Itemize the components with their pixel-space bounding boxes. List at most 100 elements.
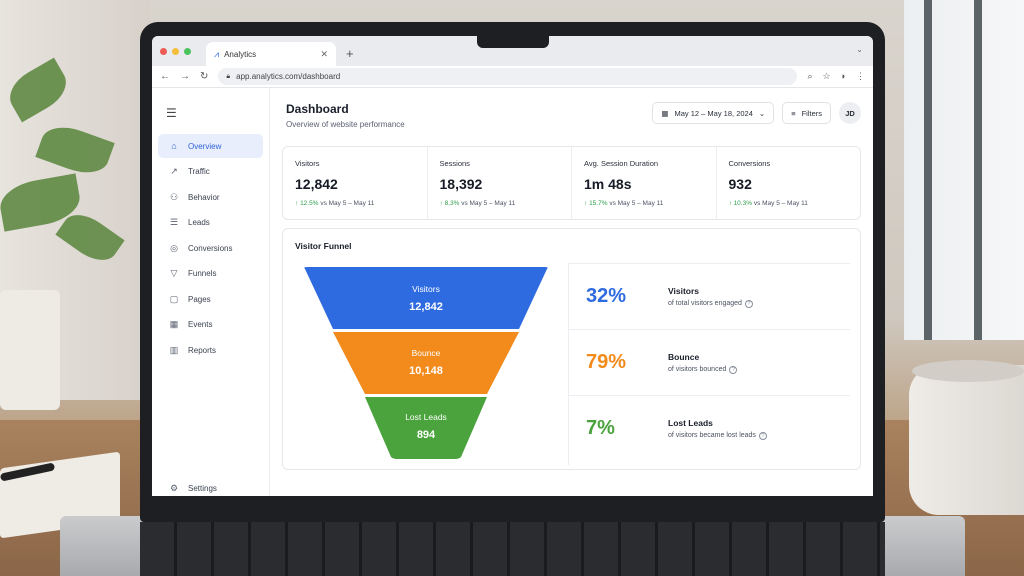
- plant-pot: [0, 290, 60, 410]
- funnel-stage-name: Bounce: [411, 348, 441, 358]
- info-icon[interactable]: ?: [758, 431, 767, 440]
- document-icon: ▢: [169, 293, 179, 304]
- browser-toolbar: ← → ↻ 🔒︎ app.analytics.com/dashboard ⌕ ☆…: [152, 66, 873, 88]
- analytics-app: ☰ ⌂ Overview ↗ Traffic ⚇ Behavior ☰ Leads ◎ …: [152, 88, 873, 496]
- users-icon: ⚇: [169, 191, 179, 202]
- kpi-value: 12,842: [295, 176, 338, 192]
- funnel-stat-desc: of visitors became lost leads?: [668, 431, 767, 440]
- funnel-stage-value: 12,842: [409, 301, 443, 313]
- kpi-compare: vs May 5 – May 11: [753, 200, 808, 207]
- kpi-compare: vs May 5 – May 11: [320, 200, 375, 207]
- funnel-stage-value: 894: [416, 429, 436, 441]
- forward-arrow-icon[interactable]: →: [180, 71, 190, 82]
- sidebar-item-label: Behavior: [188, 192, 220, 202]
- kpi-delta-value: 15.7%: [589, 200, 608, 207]
- kpi-card: Sessions 18,392 ↑ 8.3% vs May 5 – May 11: [428, 147, 572, 219]
- extension-icon[interactable]: ◗: [841, 71, 846, 82]
- kpi-label: Avg. Session Duration: [584, 159, 659, 168]
- filters-button[interactable]: ≡ Filters: [782, 102, 831, 124]
- kpi-compare: vs May 5 – May 11: [461, 200, 516, 207]
- funnel-stage-value: 10,148: [409, 365, 443, 377]
- laptop-keyboard: [140, 522, 885, 576]
- filters-label: Filters: [801, 108, 822, 118]
- funnel-label: Lost Leads 894: [303, 412, 549, 441]
- sidebar-item-leads[interactable]: ☰ Leads: [158, 211, 263, 235]
- sidebar-item-pages[interactable]: ▢ Pages: [158, 287, 263, 311]
- sidebar-item-conversions[interactable]: ◎ Conversions: [158, 236, 263, 260]
- sidebar-item-label: Leads: [188, 218, 210, 227]
- menu-icon[interactable]: ☰: [166, 106, 263, 120]
- window-frame: [924, 0, 932, 340]
- funnel-stat-name: Lost Leads: [668, 417, 713, 428]
- page-subtitle: Overview of website performance: [286, 120, 405, 129]
- more-menu-icon[interactable]: ⋮: [856, 71, 865, 82]
- kpi-card: Visitors 12,842 ↑ 12.5% vs May 5 – May 1…: [283, 147, 428, 219]
- funnel-label: Bounce 10,148: [303, 348, 549, 377]
- kpi-value: 18,392: [439, 176, 483, 192]
- sidebar-item-funnels[interactable]: ▽ Funnels: [158, 262, 263, 286]
- chevron-down-icon: ⌄: [758, 108, 766, 118]
- funnel-stat-desc: of total visitors engaged?: [668, 299, 753, 308]
- funnel-stat-row: 79% Bounce of visitors bounced?: [568, 329, 850, 395]
- funnel-stat-percent: 7%: [586, 417, 615, 439]
- kpi-delta: ↑ 15.7% vs May 5 – May 11: [584, 200, 704, 207]
- kpi-delta: ↑ 8.3% vs May 5 – May 11: [440, 200, 560, 207]
- analytics-logo-icon: ⩘: [214, 48, 220, 59]
- window-controls: [160, 48, 191, 55]
- calendar-icon: ▦: [661, 108, 669, 118]
- sidebar-item-label: Conversions: [188, 243, 233, 253]
- coffee-mug-rim: [912, 360, 1024, 382]
- sidebar-item-settings[interactable]: ⚙ Settings: [158, 476, 263, 496]
- new-tab-button[interactable]: +: [346, 46, 354, 61]
- minimize-window-button[interactable]: [172, 48, 179, 55]
- reload-icon[interactable]: ↻: [200, 71, 208, 82]
- search-icon[interactable]: ⌕: [807, 71, 812, 82]
- funnel-stat-desc-text: of visitors became lost leads: [668, 431, 756, 439]
- sidebar-item-label: Settings: [188, 483, 217, 493]
- info-icon[interactable]: ?: [729, 365, 738, 374]
- funnel-stat-percent: 32%: [586, 285, 627, 307]
- maximize-window-button[interactable]: [184, 48, 191, 55]
- funnel-title: Visitor Funnel: [295, 241, 352, 251]
- sidebar-item-label: Traffic: [188, 167, 210, 176]
- sidebar-item-label: Pages: [188, 294, 211, 304]
- sidebar-item-behavior[interactable]: ⚇ Behavior: [158, 185, 263, 209]
- page-title: Dashboard: [286, 102, 349, 116]
- kpi-card: Avg. Session Duration 1m 48s ↑ 15.7% vs …: [572, 147, 717, 219]
- funnel-stat-name: Visitors: [668, 285, 700, 296]
- avatar[interactable]: JD: [839, 102, 861, 124]
- kpi-delta-value: 8.3%: [444, 200, 460, 207]
- home-icon: ⌂: [171, 141, 177, 151]
- date-range-label: May 12 – May 18, 2024: [674, 108, 753, 118]
- funnel-stat-desc: of visitors bounced?: [668, 365, 738, 374]
- kpi-value: 932: [728, 176, 752, 192]
- funnel-stat-desc-text: of visitors bounced: [668, 365, 727, 373]
- tab-title: Analytics: [224, 49, 257, 59]
- tab-menu-chevron-icon[interactable]: ⌄: [856, 45, 863, 54]
- sidebar-item-events[interactable]: ▦ Events: [158, 313, 263, 337]
- sidebar-item-label: Overview: [188, 141, 222, 151]
- page-header: Dashboard Overview of website performanc…: [282, 102, 861, 146]
- bookmark-star-icon[interactable]: ☆: [822, 71, 830, 82]
- sidebar-item-overview[interactable]: ⌂ Overview: [158, 134, 263, 158]
- address-bar[interactable]: 🔒︎ app.analytics.com/dashboard: [218, 68, 798, 85]
- funnel-label: Visitors 12,842: [303, 284, 549, 313]
- close-window-button[interactable]: [160, 48, 167, 55]
- funnel-stat-row: 32% Visitors of total visitors engaged?: [568, 263, 850, 329]
- kpi-label: Conversions: [728, 159, 771, 168]
- kpi-card: Conversions 932 ↑ 10.3% vs May 5 – May 1…: [717, 147, 861, 219]
- sidebar: ☰ ⌂ Overview ↗ Traffic ⚇ Behavior ☰ Leads ◎ …: [152, 88, 270, 496]
- browser-tab[interactable]: ⩘ Analytics ✕: [206, 42, 336, 66]
- back-arrow-icon[interactable]: ←: [160, 71, 170, 82]
- lock-icon: 🔒︎: [226, 72, 231, 80]
- tab-close-icon[interactable]: ✕: [320, 49, 328, 60]
- sidebar-item-traffic[interactable]: ↗ Traffic: [158, 160, 263, 184]
- funnel-stat-percent: 79%: [586, 351, 627, 373]
- kpi-compare: vs May 5 – May 11: [609, 200, 664, 207]
- date-range-picker[interactable]: ▦ May 12 – May 18, 2024 ⌄: [652, 102, 775, 124]
- sidebar-item-reports[interactable]: ▥ Reports: [158, 338, 263, 362]
- info-icon[interactable]: ?: [744, 299, 753, 308]
- calendar-icon: ▦: [169, 319, 179, 329]
- camera-notch: [477, 34, 549, 48]
- sidebar-item-label: Funnels: [188, 269, 217, 278]
